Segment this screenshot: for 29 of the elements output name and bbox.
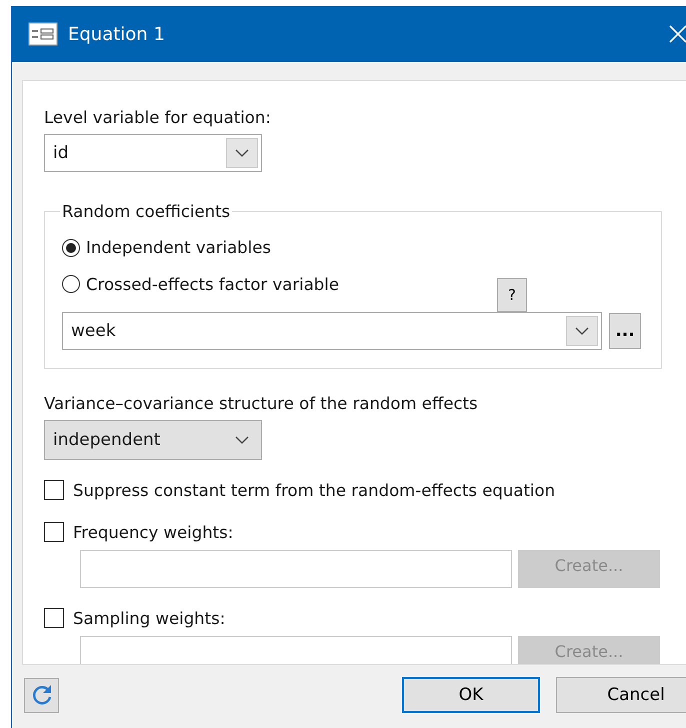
radio-button[interactable] — [62, 275, 80, 293]
level-dropdown[interactable]: id — [44, 134, 262, 172]
window-icon — [28, 22, 58, 46]
option-label: Crossed-effects factor variable — [86, 274, 340, 294]
chevron-down-icon — [235, 149, 249, 157]
checkbox[interactable] — [44, 522, 64, 542]
cancel-button[interactable]: Cancel — [556, 677, 686, 713]
reset-button[interactable] — [24, 678, 59, 712]
radio-button[interactable] — [62, 238, 80, 256]
option-label: Suppress constant term from the random-effects equation — [73, 480, 556, 500]
checkbox[interactable] — [44, 608, 64, 628]
option-label: Independent variables — [86, 238, 271, 257]
weight-field[interactable] — [80, 636, 512, 664]
window-title: Equation 1 — [68, 24, 165, 44]
help-button[interactable]: ? — [497, 278, 528, 312]
close-icon[interactable] — [669, 25, 686, 43]
browse-button[interactable]: ... — [609, 313, 641, 349]
variable-dropdown[interactable]: week — [62, 312, 602, 350]
group-label: Random coefficients — [61, 202, 232, 221]
option-label: Sampling weights: — [73, 608, 226, 628]
chevron-down-icon — [575, 327, 589, 335]
option-label: Frequency weights: — [73, 522, 234, 542]
field-label: Level variable for equation: — [44, 107, 271, 129]
field-label: Variance–covariance structure of the random effects — [44, 393, 478, 415]
weight-field[interactable] — [80, 550, 512, 588]
structure-dropdown[interactable]: independent — [44, 420, 262, 460]
checkbox[interactable] — [44, 480, 64, 500]
ok-button[interactable]: OK — [402, 677, 540, 713]
chevron-down-icon — [235, 436, 249, 444]
